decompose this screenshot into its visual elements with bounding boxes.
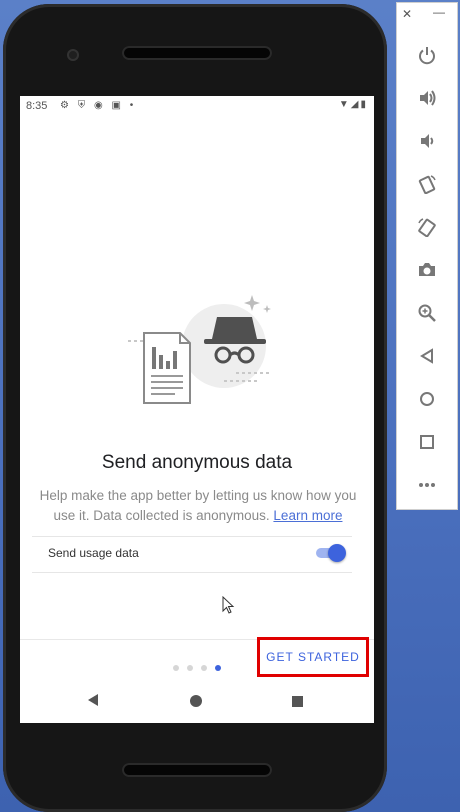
top-speaker [122, 46, 272, 60]
page-dot [201, 665, 207, 671]
usage-data-toggle[interactable] [316, 544, 346, 562]
rotate-left-icon[interactable] [413, 170, 441, 198]
page-description: Help make the app better by letting us k… [32, 486, 364, 526]
privacy-illustration [128, 295, 271, 404]
device-screen: 8:35 ⚙ ⛨ ◉ ▣ • ▼◢▮ Send anonymous data H… [20, 96, 374, 723]
illustration-bg-circle [182, 304, 266, 388]
phone-frame: 8:35 ⚙ ⛨ ◉ ▣ • ▼◢▮ Send anonymous data H… [3, 4, 387, 812]
zoom-icon[interactable] [413, 299, 441, 327]
page-dot [173, 665, 179, 671]
page-indicator [173, 658, 229, 676]
status-bar: 8:35 ⚙ ⛨ ◉ ▣ • ▼◢▮ [20, 96, 374, 118]
mouse-cursor-icon [222, 596, 235, 614]
get-started-button[interactable]: GET STARTED [257, 637, 369, 677]
usage-data-label: Send usage data [48, 546, 139, 560]
system-status-icons: ▼◢▮ [338, 99, 368, 110]
sparkle-icons [244, 295, 271, 313]
learn-more-link[interactable]: Learn more [273, 508, 342, 523]
volume-down-icon[interactable] [413, 127, 441, 155]
overview-icon[interactable] [413, 428, 441, 456]
bottom-speaker [122, 763, 272, 777]
page-dot-active [215, 665, 221, 671]
back-nav-icon[interactable] [86, 693, 100, 707]
volume-up-icon[interactable] [413, 84, 441, 112]
more-icon[interactable] [413, 471, 441, 499]
rotate-right-icon[interactable] [413, 213, 441, 241]
toggle-thumb [328, 544, 346, 562]
close-icon[interactable]: ✕ [397, 7, 417, 21]
back-icon[interactable] [413, 342, 441, 370]
camera-icon[interactable] [413, 256, 441, 284]
divider [32, 572, 352, 573]
divider [32, 536, 352, 537]
home-icon[interactable] [413, 385, 441, 413]
page-title: Send anonymous data [101, 452, 293, 473]
home-nav-icon[interactable] [190, 695, 202, 707]
recents-nav-icon[interactable] [292, 696, 303, 707]
emulator-toolbar: ✕ — [396, 2, 458, 510]
notification-icons: ⚙ ⛨ ◉ ▣ • [60, 100, 137, 111]
power-icon[interactable] [413, 41, 441, 69]
status-time: 8:35 [26, 100, 48, 112]
document-icon [143, 332, 191, 404]
front-camera [67, 49, 79, 61]
android-nav-bar [20, 688, 374, 723]
minimize-icon[interactable]: — [429, 5, 449, 19]
page-dot [187, 665, 193, 671]
